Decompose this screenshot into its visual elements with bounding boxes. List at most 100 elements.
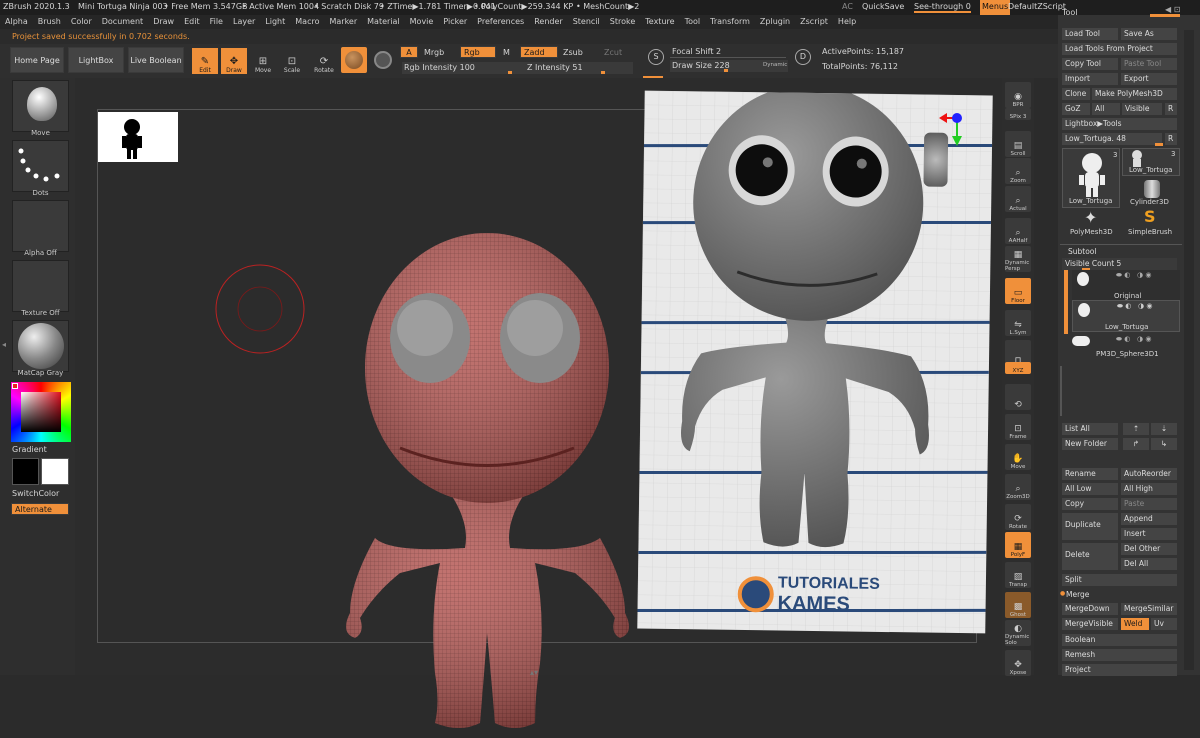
menu-zscript[interactable]: Zscript xyxy=(795,15,833,29)
shelf-xyz[interactable]: XYZ xyxy=(1005,362,1031,374)
lightbox-button[interactable]: LightBox xyxy=(68,47,124,73)
rgb-intensity-handle[interactable] xyxy=(508,71,512,74)
saturation-square[interactable] xyxy=(21,392,61,432)
scale-mode-button[interactable]: ⊡ Scale xyxy=(279,48,305,74)
shelf-l-sym[interactable]: ⇋ L.Sym xyxy=(1005,310,1031,336)
focal-shift-slider[interactable]: Focal Shift 2 xyxy=(670,46,788,58)
uv-toggle[interactable]: Uv xyxy=(1151,618,1177,630)
shelf-floor[interactable]: ▭ Floor xyxy=(1005,278,1031,304)
boolean-section[interactable]: Boolean xyxy=(1062,634,1177,646)
shelf-frame[interactable]: ⊡ Frame xyxy=(1005,414,1031,440)
zsub-toggle[interactable]: Zsub xyxy=(563,48,583,57)
menus-toggle[interactable]: Menus xyxy=(980,0,1011,15)
goz-button[interactable]: GoZ xyxy=(1062,103,1090,115)
delete-button[interactable]: Delete xyxy=(1062,543,1118,570)
primary-color-swatch[interactable] xyxy=(12,458,39,485)
sculptris-icon[interactable] xyxy=(374,51,392,69)
menu-tool[interactable]: Tool xyxy=(680,15,706,29)
m-toggle[interactable]: M xyxy=(503,48,510,57)
menu-file[interactable]: File xyxy=(205,15,228,29)
palette-scrollbar[interactable] xyxy=(1184,30,1194,670)
all-low-button[interactable]: All Low xyxy=(1062,483,1118,495)
menu-movie[interactable]: Movie xyxy=(405,15,439,29)
shelf-toggle-11[interactable]: ⟲ xyxy=(1005,384,1031,410)
texture-slot[interactable] xyxy=(12,260,69,312)
shelf-aahalf[interactable]: ⌕ AAHalf xyxy=(1005,218,1031,244)
paste-tool-button[interactable]: Paste Tool xyxy=(1121,58,1177,70)
menu-stroke[interactable]: Stroke xyxy=(605,15,641,29)
load-from-project-button[interactable]: Load Tools From Project xyxy=(1062,43,1177,55)
new-folder-button[interactable]: New Folder xyxy=(1062,438,1118,450)
tool-thumb-low-tortuga-2[interactable]: 3 Low_Tortuga xyxy=(1122,148,1180,176)
folder-out-button[interactable]: ↳ xyxy=(1151,438,1177,450)
shelf-scroll[interactable]: ▤ Scroll xyxy=(1005,131,1031,157)
del-all-button[interactable]: Del All xyxy=(1121,558,1177,570)
mrgb-toggle[interactable]: Mrgb xyxy=(424,48,444,57)
navigation-thumbnail[interactable] xyxy=(98,112,178,162)
subtool-row-original[interactable]: ⬬ ◐ ◑ ◉ Original xyxy=(1072,270,1180,300)
shelf-xpose[interactable]: ✥ Xpose xyxy=(1005,650,1031,676)
menu-color[interactable]: Color xyxy=(66,15,97,29)
save-as-button[interactable]: Save As xyxy=(1121,28,1177,40)
menu-brush[interactable]: Brush xyxy=(33,15,66,29)
live-boolean-button[interactable]: Live Boolean xyxy=(128,47,184,73)
lightbox-tools-button[interactable]: Lightbox▶Tools xyxy=(1062,118,1177,130)
default-zscript[interactable]: DefaultZScript xyxy=(1008,2,1066,11)
home-page-button[interactable]: Home Page xyxy=(10,47,64,73)
copy-button[interactable]: Copy xyxy=(1062,498,1118,510)
material-swatch-button[interactable] xyxy=(341,47,367,73)
menu-alpha[interactable]: Alpha xyxy=(0,15,33,29)
goz-all-button[interactable]: All xyxy=(1092,103,1120,115)
rename-button[interactable]: Rename xyxy=(1062,468,1118,480)
quicksave-button[interactable]: QuickSave xyxy=(862,2,904,11)
visible-count-slider[interactable]: Visible Count 5 xyxy=(1062,258,1177,270)
z-intensity-handle[interactable] xyxy=(601,71,605,74)
goz-visible-button[interactable]: Visible xyxy=(1122,103,1162,115)
autoreorder-button[interactable]: AutoReorder xyxy=(1121,468,1177,480)
insert-button[interactable]: Insert xyxy=(1121,528,1177,540)
make-polymesh-button[interactable]: Make PolyMesh3D xyxy=(1092,88,1177,100)
merge-header[interactable]: Merge xyxy=(1066,590,1089,599)
list-all-button[interactable]: List All xyxy=(1062,423,1118,435)
menu-marker[interactable]: Marker xyxy=(324,15,362,29)
menu-edit[interactable]: Edit xyxy=(179,15,205,29)
menu-preferences[interactable]: Preferences xyxy=(472,15,529,29)
switchcolor-button[interactable]: SwitchColor xyxy=(12,489,59,498)
rgb-toggle[interactable]: Rgb xyxy=(460,46,496,58)
menu-transform[interactable]: Transform xyxy=(705,15,755,29)
move-up-button[interactable]: ⇡ xyxy=(1123,423,1149,435)
secondary-color-swatch[interactable] xyxy=(41,458,69,485)
copy-tool-button[interactable]: Copy Tool xyxy=(1062,58,1118,70)
draw-size-slider[interactable]: Draw Size 228 Dynamic xyxy=(670,60,788,72)
subtool-row-sphere[interactable]: ⬬ ◐ ◑ ◉ PM3D_Sphere3D1 xyxy=(1072,334,1180,364)
menu-zplugin[interactable]: Zplugin xyxy=(755,15,795,29)
shelf-move[interactable]: ✋ Move xyxy=(1005,444,1031,470)
paste-button[interactable]: Paste xyxy=(1121,498,1177,510)
left-collapse-icon[interactable]: ◂ xyxy=(2,340,6,349)
load-tool-button[interactable]: Load Tool xyxy=(1062,28,1118,40)
shelf-zoom3d[interactable]: ⌕ Zoom3D xyxy=(1005,474,1031,500)
menu-macro[interactable]: Macro xyxy=(290,15,324,29)
append-button[interactable]: Append xyxy=(1121,513,1177,525)
zadd-toggle[interactable]: Zadd xyxy=(520,46,558,58)
subtool-toggle-icons[interactable]: ⬬ ◐ ◑ ◉ xyxy=(1116,271,1151,280)
menu-texture[interactable]: Texture xyxy=(640,15,679,29)
shelf-actual[interactable]: ⌕ Actual xyxy=(1005,186,1031,212)
color-picker[interactable] xyxy=(11,382,71,442)
bottom-collapse-icon[interactable]: ▴▾ xyxy=(530,668,538,677)
mergevisible-button[interactable]: MergeVisible xyxy=(1062,618,1118,630)
project-section[interactable]: Project xyxy=(1062,664,1177,676)
shelf-polyf[interactable]: ▦ PolyF xyxy=(1005,532,1031,558)
import-button[interactable]: Import xyxy=(1062,73,1118,85)
gradient-label[interactable]: Gradient xyxy=(12,445,47,454)
menu-render[interactable]: Render xyxy=(529,15,567,29)
subtool-toggle-icons-2[interactable]: ⬬ ◐ ◑ ◉ xyxy=(1117,302,1152,311)
alternate-button[interactable]: Alternate xyxy=(11,503,69,515)
canvas-viewport[interactable]: TUTORIALES KAMES ▴▾ xyxy=(75,78,1002,728)
dynamic-label[interactable]: Dynamic xyxy=(763,62,787,68)
del-other-button[interactable]: Del Other xyxy=(1121,543,1177,555)
move-down-button[interactable]: ⇣ xyxy=(1151,423,1177,435)
mergesimilar-button[interactable]: MergeSimilar xyxy=(1121,603,1177,615)
menu-light[interactable]: Light xyxy=(260,15,290,29)
all-high-button[interactable]: All High xyxy=(1121,483,1177,495)
